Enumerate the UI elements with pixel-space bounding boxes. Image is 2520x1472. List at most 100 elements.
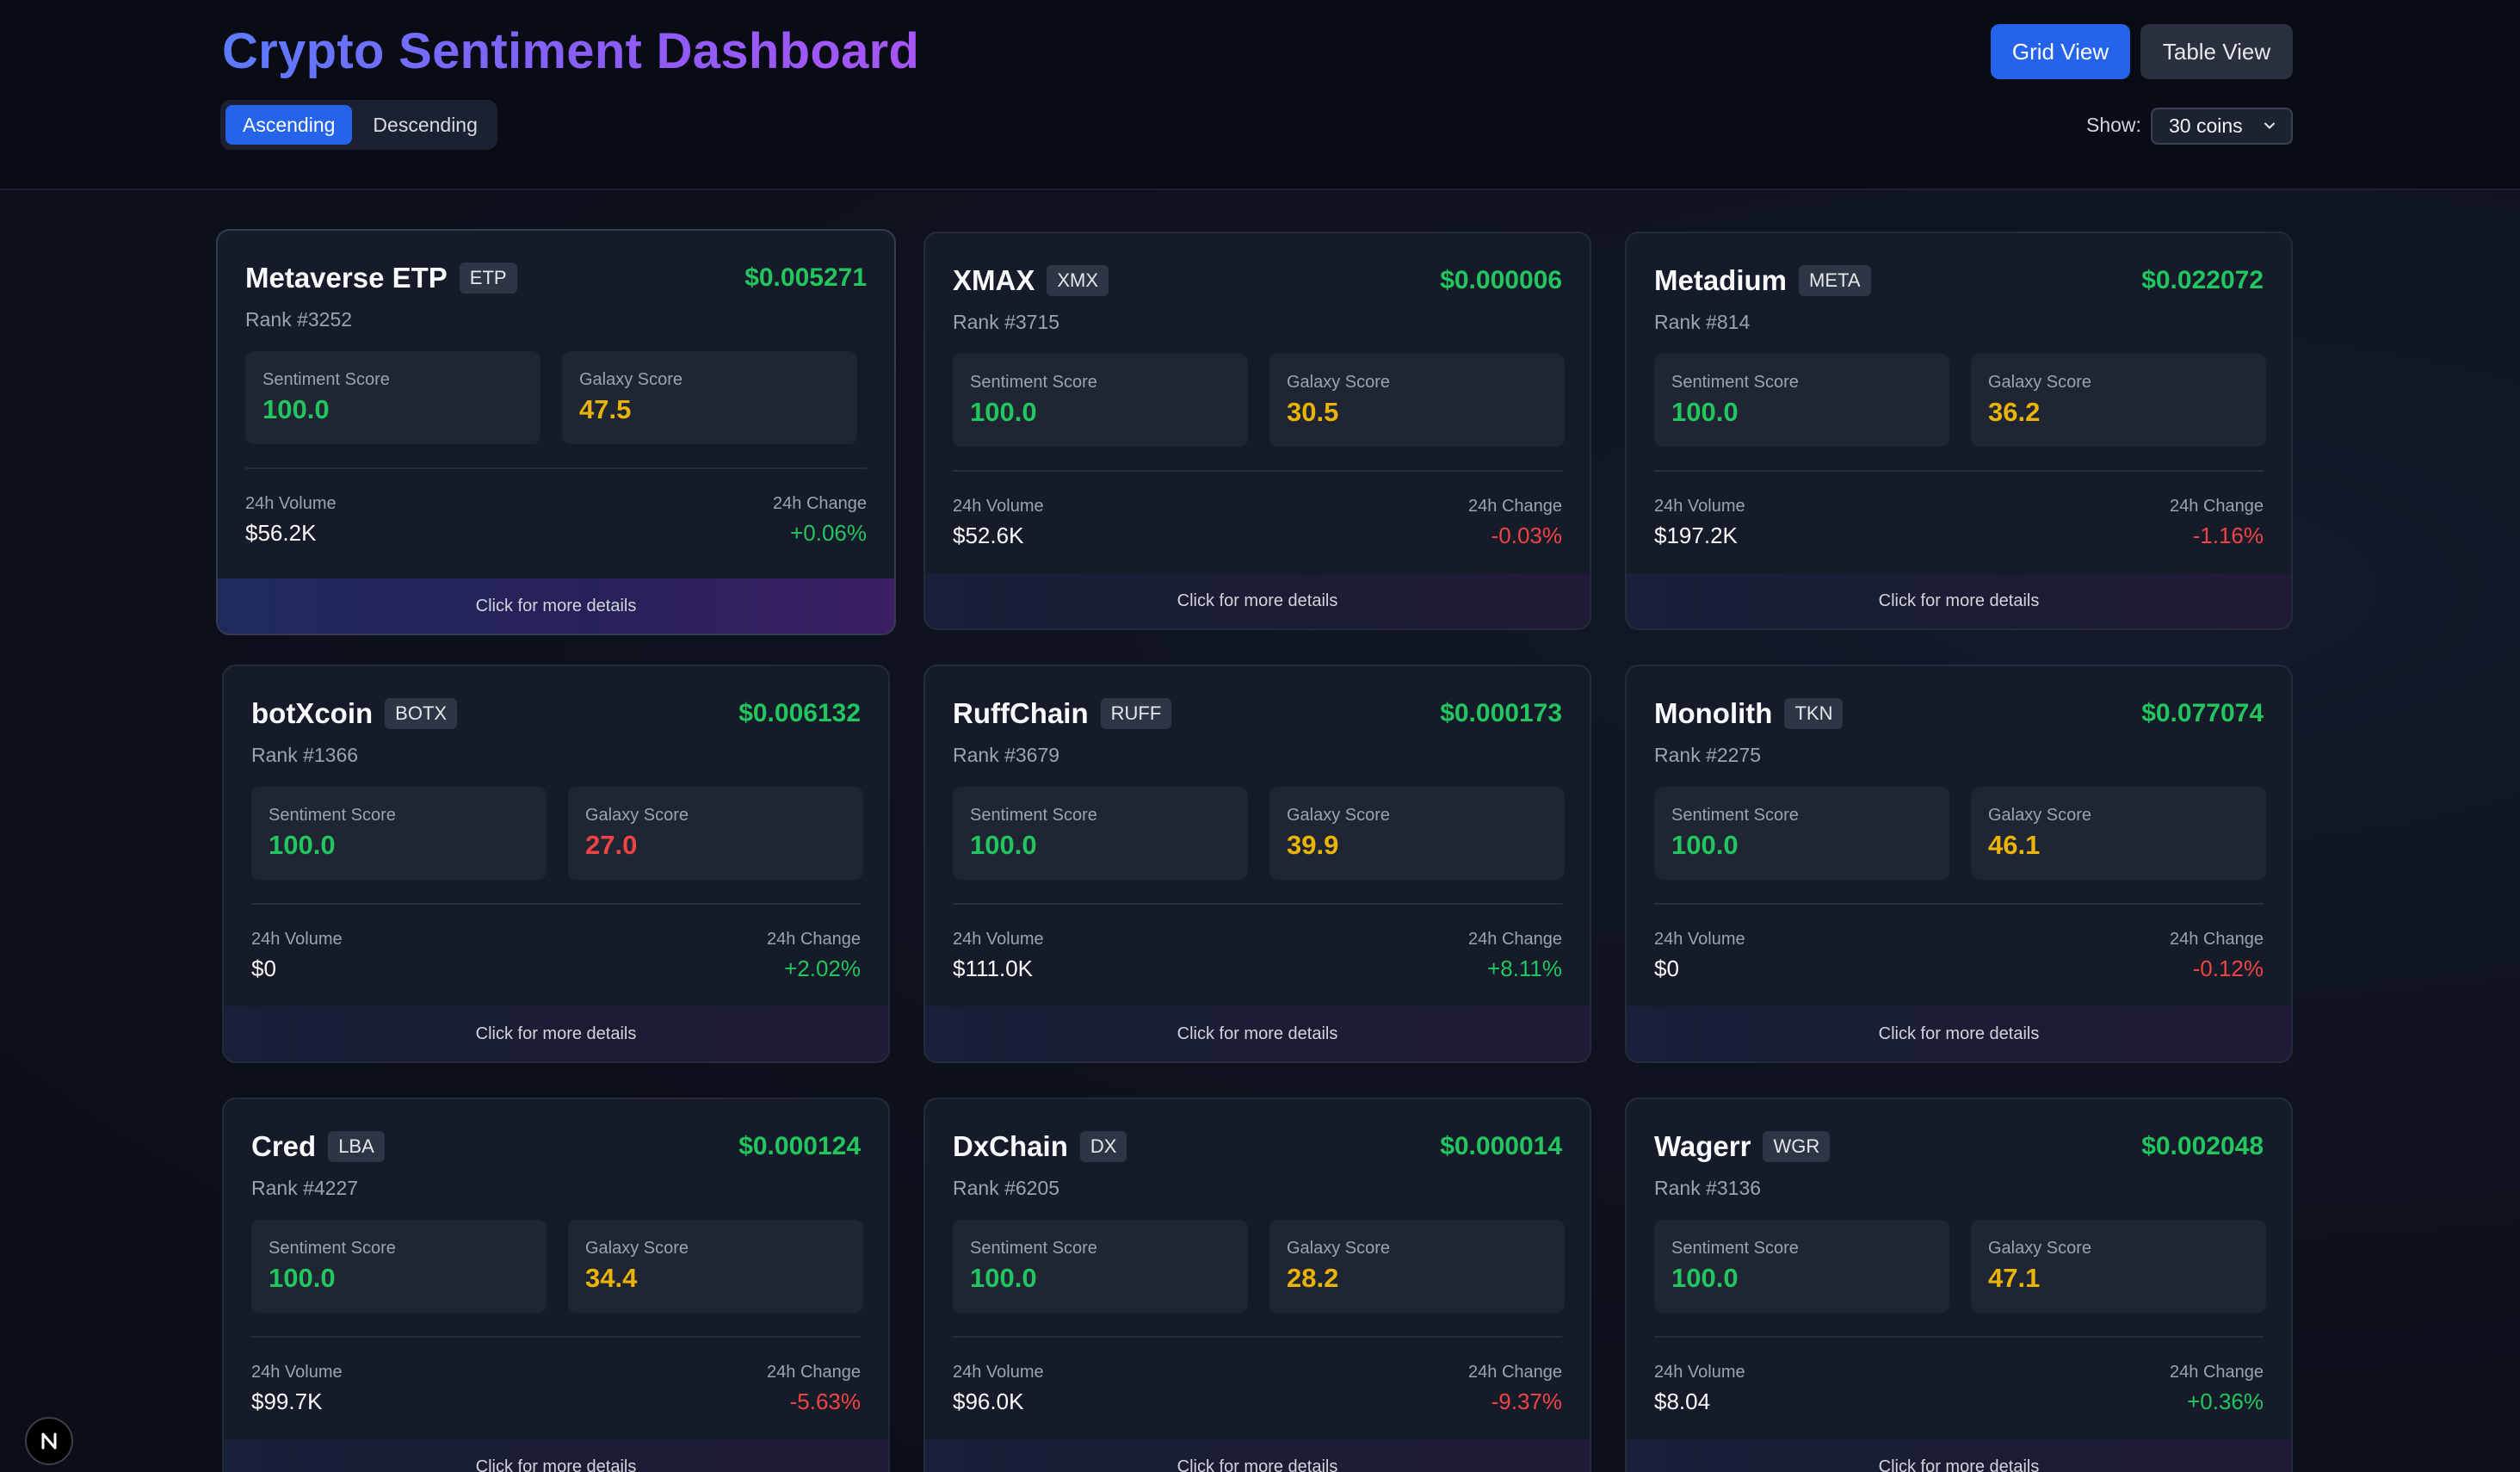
sentiment-score-box: Sentiment Score 100.0 xyxy=(1654,1220,1949,1313)
show-count-select[interactable]: 30 coins xyxy=(2151,108,2293,145)
card-divider xyxy=(1654,1336,2264,1338)
coin-price: $0.000173 xyxy=(1440,699,1562,727)
coin-symbol-badge: WGR xyxy=(1763,1131,1831,1162)
volume-value: $8.04 xyxy=(1654,1389,1711,1414)
galaxy-score-value: 34.4 xyxy=(585,1263,638,1293)
coin-name-row: Wagerr WGR xyxy=(1654,1130,1831,1163)
coin-rank: Rank #3252 xyxy=(245,308,353,331)
page-title: Crypto Sentiment Dashboard xyxy=(222,23,920,79)
more-details-link[interactable]: Click for more details xyxy=(1627,573,2291,628)
volume-label: 24h Volume xyxy=(1654,497,1745,516)
sentiment-score-value: 100.0 xyxy=(1671,397,1739,427)
more-details-link[interactable]: Click for more details xyxy=(925,1439,1590,1472)
coin-name: XMAX xyxy=(953,264,1035,296)
galaxy-score-box: Galaxy Score 39.9 xyxy=(1269,787,1565,880)
sentiment-score-value: 100.0 xyxy=(970,1263,1037,1293)
change-label: 24h Change xyxy=(1468,930,1562,949)
coin-name-row: botXcoin BOTX xyxy=(251,697,458,730)
coin-name: Metaverse ETP xyxy=(245,262,448,294)
more-details-link[interactable]: Click for more details xyxy=(218,578,894,634)
coin-price: $0.005271 xyxy=(744,263,867,292)
card-divider xyxy=(953,470,1562,472)
volume-label: 24h Volume xyxy=(1654,1363,1745,1382)
galaxy-score-box: Galaxy Score 46.1 xyxy=(1971,787,2266,880)
volume-value: $96.0K xyxy=(953,1389,1024,1414)
coin-name: RuffChain xyxy=(953,697,1089,729)
sentiment-score-box: Sentiment Score 100.0 xyxy=(953,1220,1248,1313)
sentiment-score-box: Sentiment Score 100.0 xyxy=(953,354,1248,447)
coin-name-row: Metadium META xyxy=(1654,264,1871,297)
sentiment-score-box: Sentiment Score 100.0 xyxy=(245,351,540,444)
coin-price: $0.000006 xyxy=(1440,266,1562,294)
sentiment-score-value: 100.0 xyxy=(269,1263,336,1293)
sentiment-score-label: Sentiment Score xyxy=(970,806,1097,825)
change-label: 24h Change xyxy=(2170,1363,2264,1382)
galaxy-score-box: Galaxy Score 27.0 xyxy=(568,787,863,880)
coin-price: $0.000014 xyxy=(1440,1132,1562,1160)
coin-name-row: Monolith TKN xyxy=(1654,697,1844,730)
coin-symbol-badge: ETP xyxy=(459,263,517,294)
sentiment-score-value: 100.0 xyxy=(970,830,1037,860)
volume-value: $52.6K xyxy=(953,523,1024,548)
coin-card[interactable]: RuffChain RUFF $0.000173 Rank #3679 Sent… xyxy=(923,665,1591,1063)
galaxy-score-value: 30.5 xyxy=(1287,397,1339,427)
more-details-link[interactable]: Click for more details xyxy=(224,1006,888,1061)
sort-toggle: Ascending Descending xyxy=(220,100,497,150)
chevron-down-icon xyxy=(2264,122,2275,129)
table-view-button[interactable]: Table View xyxy=(2140,24,2293,79)
galaxy-score-label: Galaxy Score xyxy=(1988,1239,2092,1258)
coin-symbol-badge: LBA xyxy=(328,1131,385,1162)
sort-ascending-button[interactable]: Ascending xyxy=(225,105,353,145)
coin-card[interactable]: DxChain DX $0.000014 Rank #6205 Sentimen… xyxy=(923,1098,1591,1472)
sentiment-score-box: Sentiment Score 100.0 xyxy=(1654,787,1949,880)
galaxy-score-value: 47.5 xyxy=(579,394,632,424)
galaxy-score-value: 36.2 xyxy=(1988,397,2041,427)
coin-price: $0.022072 xyxy=(2141,266,2264,294)
volume-value: $0 xyxy=(1654,956,1679,981)
change-value: -1.16% xyxy=(2192,523,2264,548)
card-divider xyxy=(251,903,861,905)
more-details-link[interactable]: Click for more details xyxy=(1627,1439,2291,1472)
dashboard-page: Crypto Sentiment Dashboard Ascending Des… xyxy=(0,0,2520,1472)
more-details-link[interactable]: Click for more details xyxy=(925,1006,1590,1061)
coin-price: $0.002048 xyxy=(2141,1132,2264,1160)
more-details-link[interactable]: Click for more details xyxy=(224,1439,888,1472)
sentiment-score-box: Sentiment Score 100.0 xyxy=(251,787,547,880)
sentiment-score-value: 100.0 xyxy=(262,394,330,424)
show-count-value: 30 coins xyxy=(2169,114,2243,137)
coin-card[interactable]: Wagerr WGR $0.002048 Rank #3136 Sentimen… xyxy=(1625,1098,2293,1472)
coin-rank: Rank #4227 xyxy=(251,1177,359,1199)
coin-name-row: RuffChain RUFF xyxy=(953,697,1172,730)
coin-name: Wagerr xyxy=(1654,1130,1751,1162)
coin-card[interactable]: Monolith TKN $0.077074 Rank #2275 Sentim… xyxy=(1625,665,2293,1063)
coin-rank: Rank #1366 xyxy=(251,744,359,766)
card-divider xyxy=(953,903,1562,905)
coin-card[interactable]: XMAX XMX $0.000006 Rank #3715 Sentiment … xyxy=(923,232,1591,630)
volume-label: 24h Volume xyxy=(953,497,1044,516)
next-dev-badge[interactable] xyxy=(25,1417,73,1465)
galaxy-score-box: Galaxy Score 28.2 xyxy=(1269,1220,1565,1313)
more-details-link[interactable]: Click for more details xyxy=(925,573,1590,628)
coin-rank: Rank #814 xyxy=(1654,311,1751,333)
coin-card[interactable]: Metadium META $0.022072 Rank #814 Sentim… xyxy=(1625,232,2293,630)
coin-card[interactable]: botXcoin BOTX $0.006132 Rank #1366 Senti… xyxy=(222,665,890,1063)
volume-value: $197.2K xyxy=(1654,523,1738,548)
galaxy-score-label: Galaxy Score xyxy=(1988,373,2092,392)
galaxy-score-label: Galaxy Score xyxy=(1287,1239,1391,1258)
sentiment-score-label: Sentiment Score xyxy=(269,806,396,825)
volume-value: $99.7K xyxy=(251,1389,323,1414)
galaxy-score-label: Galaxy Score xyxy=(1287,806,1391,825)
coin-price: $0.000124 xyxy=(738,1132,861,1160)
sentiment-score-label: Sentiment Score xyxy=(269,1239,396,1258)
coin-name-row: XMAX XMX xyxy=(953,264,1109,297)
galaxy-score-value: 47.1 xyxy=(1988,1263,2041,1293)
coin-name: Metadium xyxy=(1654,264,1788,296)
volume-value: $56.2K xyxy=(245,520,317,546)
more-details-link[interactable]: Click for more details xyxy=(1627,1006,2291,1061)
coin-card[interactable]: Cred LBA $0.000124 Rank #4227 Sentiment … xyxy=(222,1098,890,1472)
coin-card[interactable]: Metaverse ETP ETP $0.005271 Rank #3252 S… xyxy=(216,229,896,635)
sentiment-score-box: Sentiment Score 100.0 xyxy=(1654,354,1949,447)
sort-descending-button[interactable]: Descending xyxy=(355,105,494,145)
grid-view-button[interactable]: Grid View xyxy=(1991,24,2130,79)
change-value: -0.12% xyxy=(2192,956,2264,981)
